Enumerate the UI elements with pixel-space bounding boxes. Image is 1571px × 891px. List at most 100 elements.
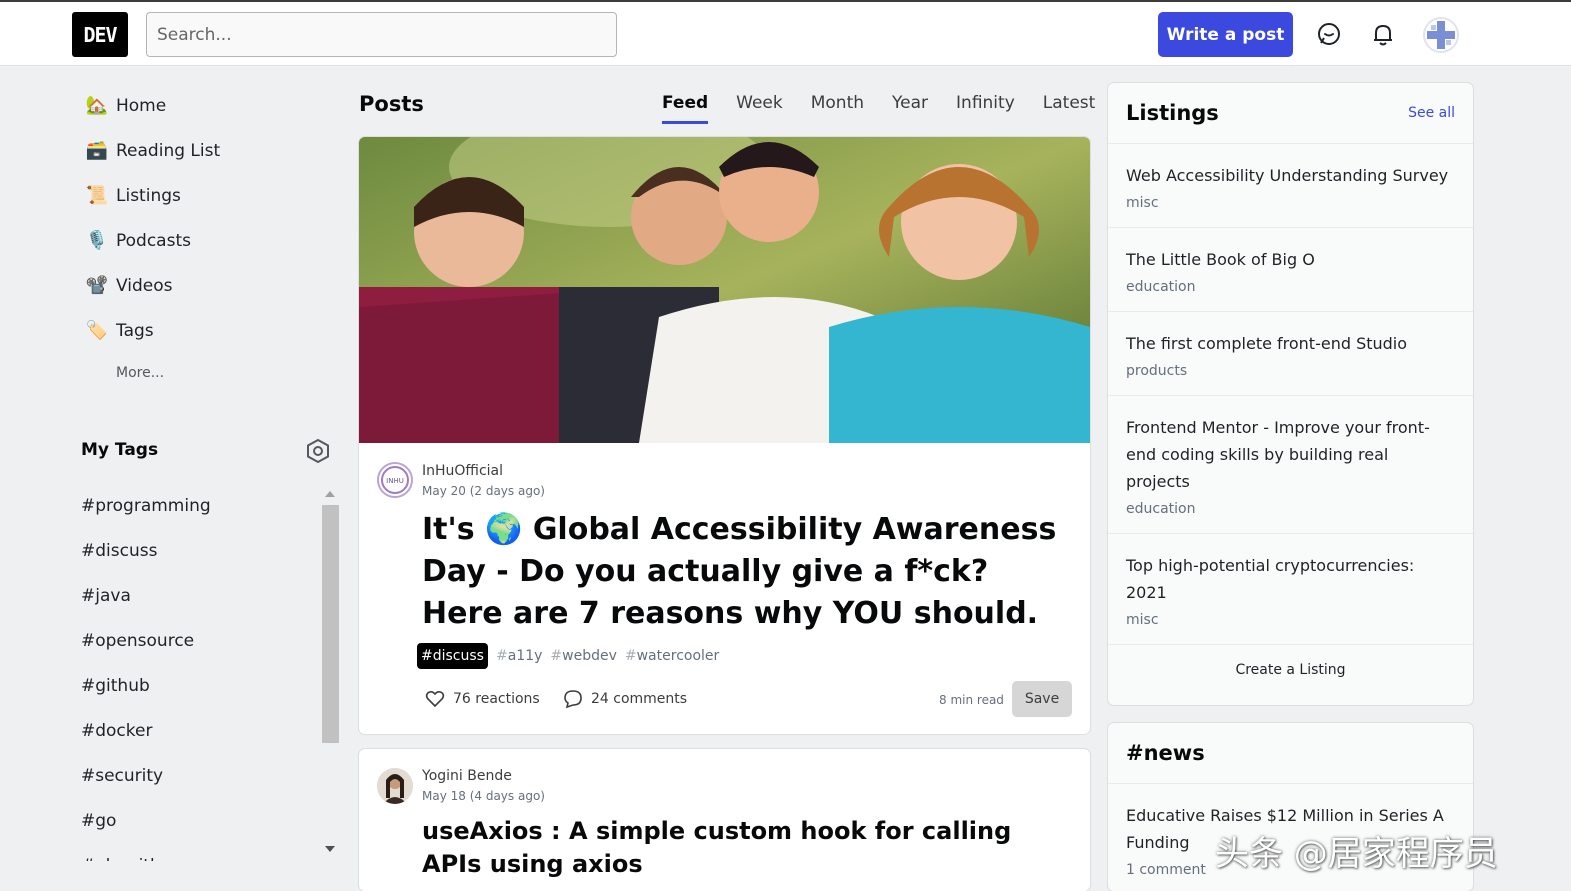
featured-post-card[interactable]: INHU InHuOfficial May 20 (2 days ago) It…	[359, 137, 1090, 734]
tag-link[interactable]: #discuss	[81, 528, 311, 573]
tag-link[interactable]: #opensource	[81, 618, 311, 663]
user-avatar[interactable]	[1423, 17, 1459, 53]
tab-latest[interactable]: Latest	[1043, 93, 1096, 124]
tag-link[interactable]: #go	[81, 798, 311, 843]
listing-title: The first complete front-end Studio	[1126, 334, 1408, 353]
sidebar-item-label: Tags	[116, 320, 154, 341]
chat-icon[interactable]	[1314, 19, 1344, 49]
tag-link[interactable]: #security	[81, 753, 311, 798]
sidebar-item-videos[interactable]: 📽️ Videos	[78, 263, 328, 308]
microphone-icon: 🎙️	[85, 230, 109, 251]
write-post-button[interactable]: Write a post	[1158, 12, 1293, 57]
reactions-link[interactable]: 76 reactions	[425, 689, 540, 709]
listing-category: education	[1126, 279, 1196, 295]
tab-week[interactable]: Week	[736, 93, 783, 124]
hexagon-settings-icon[interactable]	[305, 438, 331, 464]
listings-widget: Listings See all Web Accessibility Under…	[1108, 83, 1473, 705]
tab-infinity[interactable]: Infinity	[956, 93, 1015, 124]
listing-title: Frontend Mentor - Improve your front-end…	[1126, 418, 1430, 491]
sidebar-nav: 🏡 Home 🗃️ Reading List 📜 Listings 🎙️ Podcast…	[78, 83, 328, 393]
post-title[interactable]: useAxios : A simple custom hook for call…	[422, 815, 1062, 881]
read-time: 8 min read	[939, 693, 1004, 707]
tag-link[interactable]: #programming	[81, 483, 311, 528]
post-date[interactable]: May 20 (2 days ago)	[422, 484, 545, 498]
scroll-down-arrow-icon[interactable]	[325, 846, 335, 852]
sidebar-item-podcasts[interactable]: 🎙️ Podcasts	[78, 218, 328, 263]
see-all-link[interactable]: See all	[1408, 105, 1455, 121]
post-tags: #discuss #a11y #webdev #watercooler	[417, 643, 727, 669]
film-projector-icon: 📽️	[85, 275, 109, 296]
tag-link[interactable]: #github	[81, 663, 311, 708]
create-listing-link[interactable]: Create a Listing	[1108, 645, 1473, 695]
author-name[interactable]: Yogini Bende	[422, 768, 512, 784]
listing-item[interactable]: The Little Book of Big O education	[1108, 228, 1473, 312]
listing-item[interactable]: Web Accessibility Understanding Survey m…	[1108, 144, 1473, 228]
tag-label: watercooler	[636, 648, 720, 664]
label-icon: 🏷️	[85, 320, 109, 341]
listing-item[interactable]: The first complete front-end Studio prod…	[1108, 312, 1473, 396]
post-date[interactable]: May 18 (4 days ago)	[422, 789, 545, 803]
tab-month[interactable]: Month	[811, 93, 864, 124]
sidebar-item-label: Listings	[116, 185, 181, 206]
heart-icon	[425, 690, 445, 708]
author-avatar[interactable]: INHU	[377, 462, 413, 498]
author-name[interactable]: InHuOfficial	[422, 463, 503, 479]
sidebar-item-tags[interactable]: 🏷️ Tags	[78, 308, 328, 353]
tags-scrollbar[interactable]	[322, 488, 339, 861]
tab-feed[interactable]: Feed	[662, 93, 709, 124]
sidebar-item-label: Videos	[116, 275, 173, 296]
my-tags-heading: My Tags	[81, 440, 159, 460]
watermark: 头条 @居家程序员	[1215, 834, 1498, 874]
listing-item[interactable]: Frontend Mentor - Improve your front-end…	[1108, 396, 1473, 534]
post-title[interactable]: It's 🌍 Global Accessibility Awareness Da…	[422, 509, 1062, 635]
post-card[interactable]: Yogini Bende May 18 (4 days ago) useAxio…	[359, 749, 1090, 891]
title-text: It's	[422, 512, 475, 547]
tag-discuss[interactable]: #discuss	[417, 643, 488, 669]
dev-logo[interactable]: DEV	[72, 12, 128, 57]
listing-category: products	[1126, 363, 1188, 379]
comments-count: 24 comments	[591, 691, 688, 707]
bell-icon[interactable]	[1368, 19, 1398, 49]
listing-title: Top high-potential cryptocurrencies: 202…	[1126, 556, 1415, 602]
my-tags-list[interactable]: #programming #discuss #java #opensource …	[81, 483, 311, 862]
feed-tabs: Feed Week Month Year Infinity Latest	[648, 93, 1109, 124]
listing-title: Web Accessibility Understanding Survey	[1126, 166, 1449, 185]
comment-icon	[564, 690, 582, 709]
listing-category: misc	[1126, 195, 1159, 211]
tag-link[interactable]: #docker	[81, 708, 311, 753]
search-input[interactable]	[146, 12, 617, 57]
tag-webdev[interactable]: #webdev	[550, 648, 616, 664]
svg-text:INHU: INHU	[386, 477, 404, 485]
tag-label: webdev	[562, 648, 617, 664]
save-button[interactable]: Save	[1012, 681, 1072, 717]
scroll-icon: 📜	[85, 185, 109, 206]
sidebar-more-link[interactable]: More...	[78, 353, 328, 393]
tag-label: a11y	[507, 648, 543, 664]
home-icon: 🏡	[85, 95, 109, 116]
tag-watercooler[interactable]: #watercooler	[625, 648, 719, 664]
tag-link[interactable]: #java	[81, 573, 311, 618]
listings-title: Listings	[1126, 101, 1219, 125]
listings-header: Listings See all	[1108, 83, 1473, 144]
scrollbar-thumb[interactable]	[322, 505, 339, 743]
sidebar-item-home[interactable]: 🏡 Home	[78, 83, 328, 128]
tab-year[interactable]: Year	[892, 93, 928, 124]
card-box-icon: 🗃️	[85, 140, 109, 161]
sidebar-item-listings[interactable]: 📜 Listings	[78, 173, 328, 218]
sidebar-item-label: Podcasts	[116, 230, 191, 251]
news-title[interactable]: #news	[1126, 741, 1205, 765]
top-header: DEV Write a post	[0, 0, 1571, 66]
listing-item[interactable]: Top high-potential cryptocurrencies: 202…	[1108, 534, 1473, 645]
tag-a11y[interactable]: #a11y	[496, 648, 542, 664]
comments-link[interactable]: 24 comments	[563, 689, 687, 709]
listing-title: The Little Book of Big O	[1126, 250, 1315, 269]
author-avatar[interactable]	[377, 768, 413, 804]
listing-category: education	[1126, 501, 1196, 517]
tag-link[interactable]: #algorithms	[81, 843, 311, 862]
sidebar-item-reading-list[interactable]: 🗃️ Reading List	[78, 128, 328, 173]
tag-label: discuss	[432, 648, 484, 664]
news-header: #news	[1108, 723, 1473, 784]
post-cover-image[interactable]	[359, 137, 1090, 443]
reactions-count: 76 reactions	[453, 691, 540, 707]
scroll-up-arrow-icon[interactable]	[325, 491, 335, 497]
